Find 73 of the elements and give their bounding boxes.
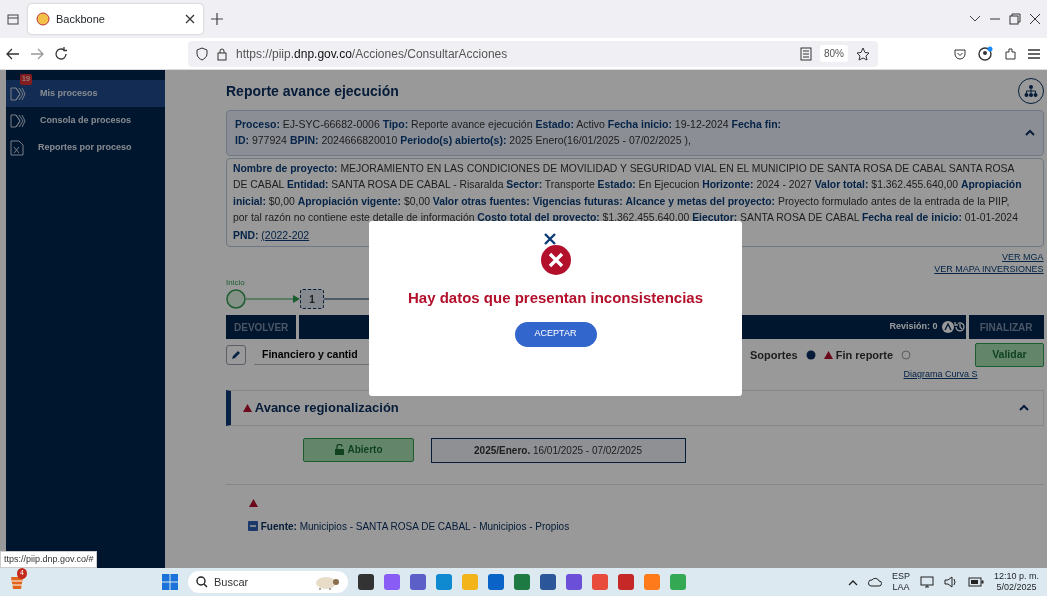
extensions-icon[interactable] — [1003, 46, 1017, 61]
unlock-icon — [334, 444, 344, 455]
revision-label: Revisión: 0 — [889, 320, 938, 334]
warning-icon — [823, 351, 833, 359]
close-icon[interactable] — [185, 14, 195, 24]
spreadsheet-file-icon — [10, 139, 24, 156]
speaker-icon[interactable] — [943, 576, 958, 588]
app-icon[interactable] — [358, 574, 374, 590]
menu-icon[interactable] — [1027, 47, 1041, 60]
warning-icon — [249, 498, 258, 507]
clock[interactable]: 12:10 p. m. 5/02/2025 — [993, 571, 1039, 593]
end-report-label: Fin reporte — [835, 347, 894, 363]
accept-button[interactable]: ACEPTAR — [514, 321, 597, 347]
account-icon[interactable] — [977, 45, 993, 62]
pnd-link[interactable]: (2022-202 — [261, 228, 310, 241]
chevron-up-icon[interactable] — [1018, 404, 1029, 411]
lock-icon[interactable] — [216, 46, 228, 61]
section-title: Avance regionalización — [254, 398, 399, 417]
org-chart-button[interactable] — [1017, 78, 1044, 104]
status-button[interactable]: Abierto — [303, 437, 414, 462]
battery-icon[interactable] — [967, 577, 984, 587]
close-icon[interactable] — [543, 233, 556, 245]
tab-title: Backbone — [56, 11, 106, 27]
restore-icon[interactable] — [1009, 13, 1021, 25]
keyboard-language[interactable]: ESP LAA — [891, 571, 910, 593]
reload-icon[interactable] — [54, 46, 68, 61]
supports-label: Soportes — [750, 347, 798, 363]
reader-view-icon[interactable] — [800, 46, 812, 61]
chevrons-icon — [10, 113, 26, 128]
process-details: ID: 977924 BPIN: 2024666820010 Periodo(s) abierto(s): 2025 Enero(16/01/2025 - 07/02/2025 ), — [235, 132, 692, 148]
history-icon[interactable] — [953, 321, 966, 333]
link[interactable]: VER MAPA INVERSIONES — [934, 263, 1044, 275]
connector-arrow — [246, 295, 300, 303]
caret-up-icon[interactable] — [847, 578, 858, 586]
bookmark-star-icon[interactable] — [856, 46, 870, 61]
sidebar-item[interactable]: Consola de procesos — [6, 107, 165, 134]
back-icon[interactable] — [6, 47, 20, 60]
start-node-icon — [226, 289, 246, 309]
monitor-icon[interactable] — [919, 576, 934, 588]
new-tab-icon[interactable] — [211, 13, 223, 25]
search-icon — [196, 576, 208, 588]
pocket-icon[interactable] — [953, 46, 967, 61]
tab-list-icon[interactable] — [6, 12, 20, 26]
chevrons-icon — [10, 86, 26, 101]
edit-button[interactable] — [226, 345, 246, 365]
windows-start-icon[interactable] — [162, 574, 178, 590]
step-node[interactable]: 1 — [300, 289, 324, 309]
sidebar-item[interactable]: Reportes por proceso — [6, 134, 165, 161]
org-chart-icon — [1023, 84, 1038, 98]
sidebar-item[interactable]: Mis procesos — [6, 80, 165, 107]
warning-icon — [243, 403, 252, 412]
page-title: Reporte avance ejecución — [226, 81, 399, 101]
zoom-level[interactable]: 80% — [820, 45, 848, 62]
error-icon — [540, 245, 571, 275]
shield-icon[interactable] — [196, 46, 208, 61]
chevron-down-icon[interactable] — [969, 15, 981, 23]
search-field[interactable]: Buscar — [188, 571, 348, 593]
curve-diagram-link[interactable]: Diagrama Curva S — [903, 368, 978, 382]
browser-tab[interactable]: Backbone — [28, 4, 203, 34]
process-details: Proceso: EJ-SYC-66682-0006 Tipo: Reporte avance ejecución Estado: Activo Fecha inicio: 19-12-2024 Fecha fin: — [235, 117, 782, 132]
link[interactable]: VER MGA — [1002, 251, 1044, 263]
cloud-icon[interactable] — [867, 576, 882, 588]
error-message: Hay datos que presentan inconsistencias — [407, 288, 704, 308]
validate-button[interactable]: Validar — [975, 343, 1044, 367]
source-label: Fuente: Municipios - SANTA ROSA DE CABAL - Municipios - Propios — [260, 519, 570, 534]
period-field: 2025/Enero. 16/01/2025 - 07/02/2025 — [430, 437, 686, 463]
chevron-up-icon[interactable] — [1024, 129, 1035, 137]
start-label: Inicio — [226, 277, 245, 289]
forward-icon[interactable] — [30, 47, 44, 60]
url-text[interactable]: https://piip.dnp.gov.co/Acciones/ConsultarAcciones — [236, 44, 792, 63]
close-icon[interactable] — [1029, 13, 1041, 25]
pencil-icon — [231, 350, 241, 360]
collapse-icon[interactable] — [248, 521, 258, 531]
